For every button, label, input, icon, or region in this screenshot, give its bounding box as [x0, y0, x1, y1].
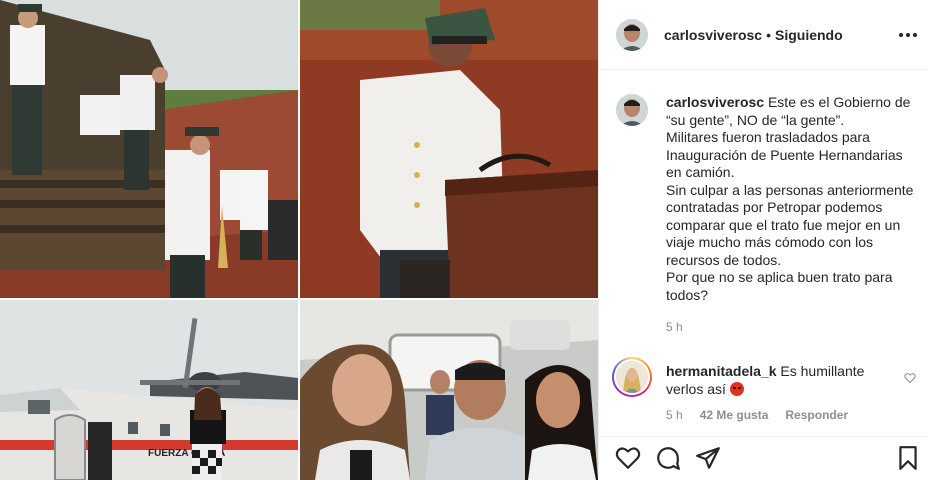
bookmark-icon[interactable]	[895, 445, 921, 471]
author-avatar[interactable]	[616, 18, 648, 51]
header-separator: •	[766, 26, 771, 43]
post-caption: carlosviverosc Este es el Gobierno de “s…	[616, 94, 916, 334]
comment-meta: 5 h 42 Me gusta Responder	[666, 408, 924, 422]
caption-text-block: carlosviverosc Este es el Gobierno de “s…	[666, 94, 916, 304]
photo-officer-suitcase	[300, 0, 598, 298]
commenter-username[interactable]: hermanitadela_k	[666, 363, 777, 379]
comment-text-block: hermanitadela_k Es humillante verlos así	[666, 363, 886, 398]
post-photo-collage[interactable]: FUERZA GUAYA	[0, 0, 598, 480]
commenter-avatar[interactable]	[612, 357, 652, 397]
reply-button[interactable]: Responder	[785, 408, 848, 422]
share-icon[interactable]	[695, 445, 721, 471]
comment-icon[interactable]	[655, 445, 681, 471]
more-options-icon[interactable]	[899, 26, 917, 44]
post-actions-bar	[599, 436, 928, 480]
comment-timestamp[interactable]: 5 h	[666, 408, 683, 422]
photo-officers-truck	[0, 0, 298, 298]
caption-avatar[interactable]	[616, 94, 648, 126]
post-side-panel: carlosviverosc • Siguiendo carlosviveros…	[598, 0, 928, 480]
angry-face-emoji	[729, 381, 744, 396]
comment-heart-icon[interactable]	[904, 371, 916, 384]
post-header: carlosviverosc • Siguiendo	[599, 0, 928, 70]
comment-likes[interactable]: 42 Me gusta	[700, 408, 769, 422]
photo-plane-model: FUERZA GUAYA	[0, 300, 298, 480]
author-username[interactable]: carlosviverosc	[664, 27, 762, 43]
caption-username[interactable]: carlosviverosc	[666, 94, 764, 110]
caption-timestamp[interactable]: 5 h	[666, 320, 916, 334]
following-button[interactable]: Siguiendo	[775, 27, 843, 43]
heart-icon[interactable]	[615, 445, 641, 471]
photo-plane-selfie	[300, 300, 598, 480]
comment-item: hermanitadela_k Es humillante verlos así…	[612, 357, 924, 422]
caption-text: Este es el Gobierno de “su gente”, NO de…	[666, 94, 914, 303]
